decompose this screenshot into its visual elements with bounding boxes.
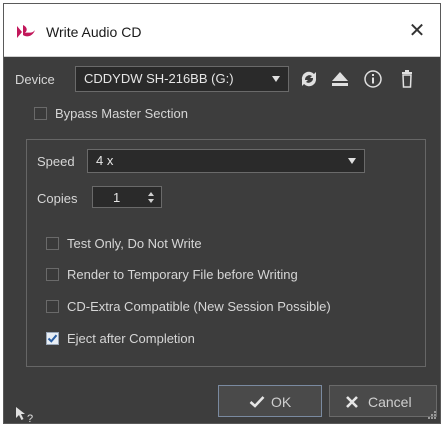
copies-label: Copies [37,191,78,206]
write-audio-cd-dialog: Write Audio CD ✕ Device CDDYDW SH-216BB … [3,3,441,425]
trash-icon[interactable] [396,68,418,90]
svg-text:?: ? [27,413,33,425]
device-label: Device [15,72,55,87]
spin-up-icon[interactable] [148,192,154,196]
window-title: Write Audio CD [46,24,142,40]
resize-grip-icon[interactable] [427,410,437,420]
app-logo-icon [17,25,35,38]
ok-button[interactable]: OK [218,385,322,417]
ok-button-label: OK [271,394,292,410]
chevron-down-icon [348,158,356,164]
title-bar: Write Audio CD ✕ [4,4,440,57]
speed-select[interactable]: 4 x [87,149,365,173]
device-select-value: CDDYDW SH-216BB (G:) [84,71,234,86]
speed-select-value: 4 x [96,153,114,168]
checkmark-icon [249,396,265,408]
copies-spinbox[interactable]: 1 [92,186,162,208]
eject-after-completion-checkbox[interactable] [46,332,59,345]
render-temp-file-label[interactable]: Render to Temporary File before Writing [67,267,298,282]
speed-label: Speed [37,154,75,169]
help-pointer-icon[interactable]: ? [14,405,38,425]
device-select[interactable]: CDDYDW SH-216BB (G:) [75,66,289,92]
copies-value: 1 [113,190,121,205]
eject-icon[interactable] [329,68,351,90]
chevron-down-icon [272,76,280,82]
spin-down-icon[interactable] [148,199,154,203]
test-only-label[interactable]: Test Only, Do Not Write [67,236,202,251]
info-icon[interactable] [362,68,384,90]
x-icon [346,396,358,408]
cd-extra-checkbox[interactable] [46,300,59,313]
check-icon [47,334,58,343]
close-button[interactable]: ✕ [404,18,430,44]
bypass-master-label[interactable]: Bypass Master Section [55,106,188,121]
bypass-master-checkbox[interactable] [34,107,47,120]
close-icon: ✕ [408,20,426,42]
cd-extra-label[interactable]: CD-Extra Compatible (New Session Possibl… [67,299,331,314]
test-only-checkbox[interactable] [46,237,59,250]
cancel-button-label: Cancel [368,394,412,410]
render-temp-file-checkbox[interactable] [46,268,59,281]
eject-after-completion-label[interactable]: Eject after Completion [67,331,195,346]
refresh-icon[interactable] [298,68,320,90]
cancel-button[interactable]: Cancel [329,385,437,417]
